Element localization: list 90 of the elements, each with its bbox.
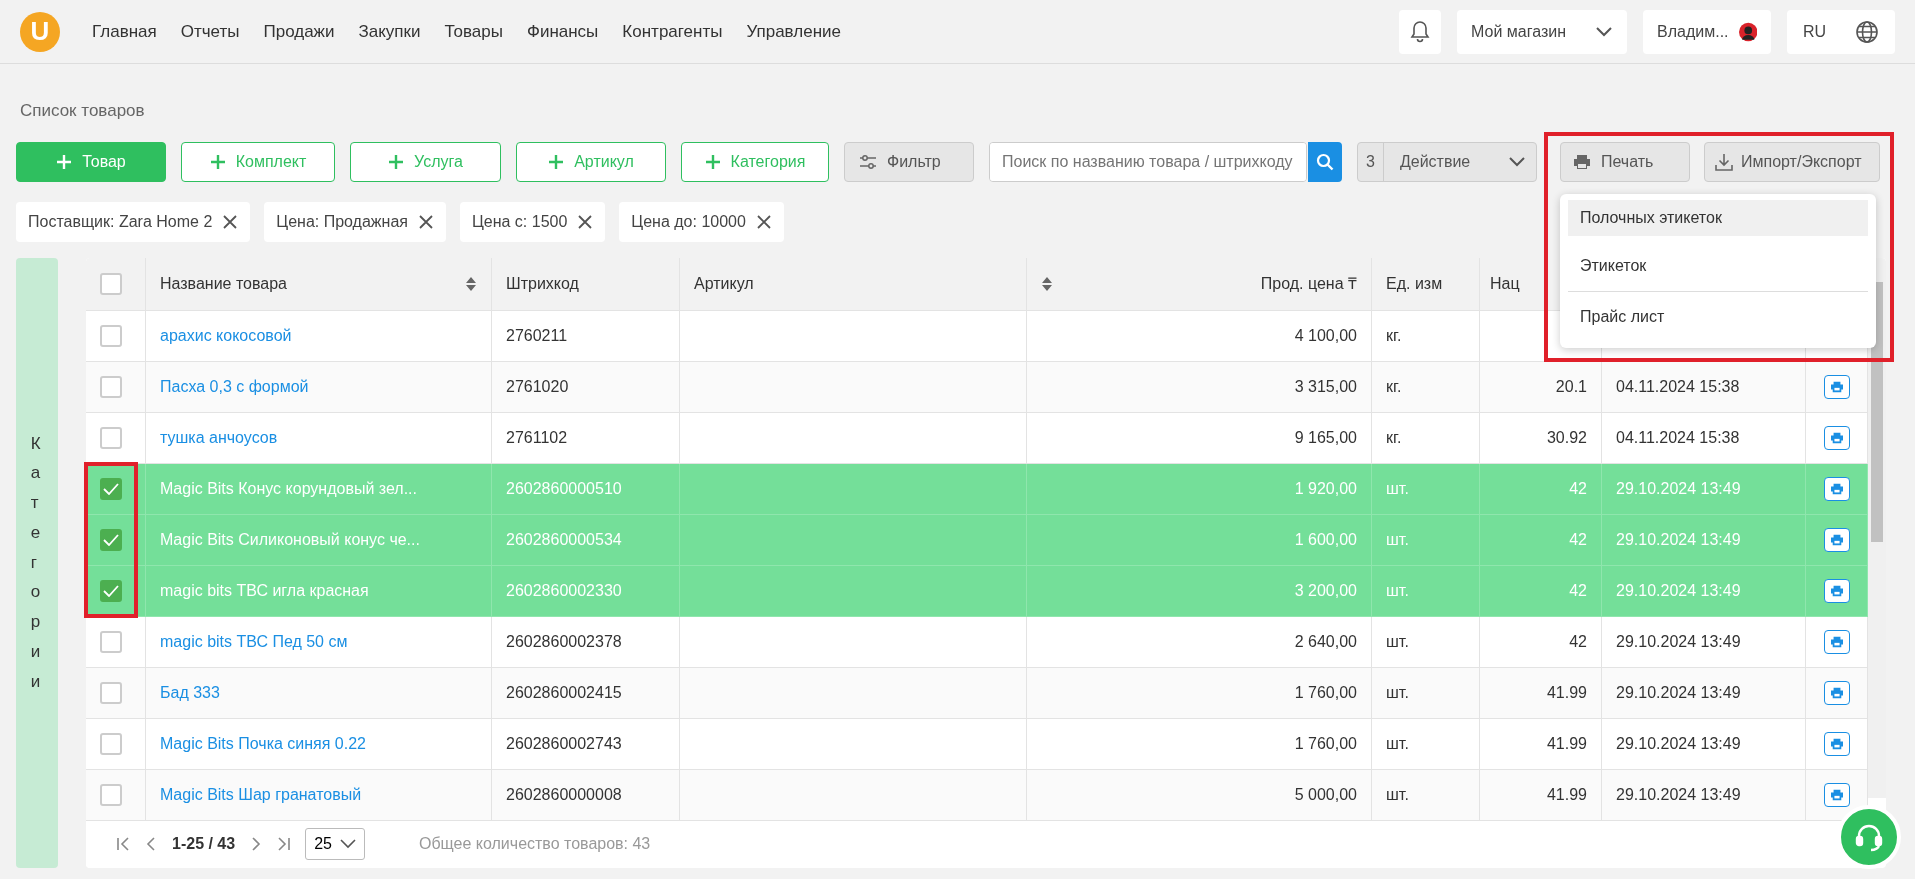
nav-link[interactable]: Управление: [746, 18, 841, 45]
unit-cell-text: шт.: [1386, 529, 1409, 550]
markup-cell-text: 42: [1569, 631, 1587, 652]
page-title: Список товаров: [20, 100, 146, 122]
markup-cell-text: 30.92: [1546, 427, 1587, 448]
price-cell-text: 1 600,00: [1294, 529, 1357, 550]
unit-cell-text: шт.: [1386, 733, 1409, 754]
date-cell-text: 29.10.2024 13:49: [1616, 631, 1741, 652]
date-cell-text: 29.10.2024 13:49: [1616, 733, 1741, 754]
nav-link[interactable]: Контрагенты: [622, 18, 723, 45]
filter-chip: Цена до: 10000: [619, 201, 784, 242]
barcode-cell-text: 2602860002330: [506, 580, 622, 601]
language-selector[interactable]: RU: [1787, 9, 1895, 54]
store-selector[interactable]: Мой магазин: [1457, 9, 1627, 54]
product-link[interactable]: Пасха 0,3 с формой: [160, 374, 309, 399]
barcode-cell-text: 2761102: [506, 427, 568, 448]
price-cell-text: 2 640,00: [1294, 631, 1357, 652]
barcode-cell-text: 2602860000510: [506, 478, 622, 499]
categories-tab[interactable]: Категории: [16, 257, 58, 868]
nav-link[interactable]: Товары: [444, 18, 503, 45]
menu-item[interactable]: Полочных этикеток: [1568, 199, 1868, 236]
product-link[interactable]: Бад 333: [160, 680, 220, 705]
barcode-cell-text: 2761020: [506, 376, 569, 397]
barcode-cell-text: 2760211: [506, 325, 568, 346]
price-cell-text: 1 920,00: [1294, 478, 1357, 499]
date-cell-text: 29.10.2024 13:49: [1616, 580, 1741, 601]
import-export-button[interactable]: Импорт/Экспорт: [1704, 141, 1880, 182]
price-cell-text: 1 760,00: [1294, 733, 1357, 754]
column-header: Название товара: [160, 273, 287, 294]
unit-cell-text: шт.: [1386, 631, 1409, 652]
barcode-cell-text: 2602860002378: [506, 631, 622, 652]
product-link[interactable]: Magic Bits Шар гранатовый: [160, 782, 362, 807]
date-cell-text: 29.10.2024 13:49: [1616, 478, 1741, 499]
markup-cell-text: 41.99: [1546, 784, 1587, 805]
price-cell-text: 5 000,00: [1294, 784, 1357, 805]
search-field[interactable]: Поиск по названию товара / штрихкоду: [989, 141, 1307, 182]
menu-item[interactable]: Прайс лист: [1568, 291, 1868, 342]
markup-cell-text: 41.99: [1546, 733, 1587, 754]
price-cell-text: 3 200,00: [1294, 580, 1357, 601]
nav-link[interactable]: Продажи: [263, 18, 335, 45]
nav-link[interactable]: Главная: [92, 18, 157, 45]
date-cell-text: 29.10.2024 13:49: [1616, 529, 1741, 550]
price-cell-text: 9 165,00: [1294, 427, 1357, 448]
filter-chip: Цена: Продажная: [264, 201, 446, 242]
markup-cell-text: 42: [1569, 478, 1587, 499]
price-cell-text: 4 100,00: [1294, 325, 1357, 346]
date-cell-text: 29.10.2024 13:49: [1616, 784, 1741, 805]
user-menu[interactable]: Владим...: [1643, 9, 1771, 54]
filter-chip: Поставщик: Zara Home 2: [16, 201, 251, 242]
unit-cell-text: кг.: [1386, 325, 1402, 346]
date-cell-text: 29.10.2024 13:49: [1616, 682, 1741, 703]
nav-link[interactable]: Финансы: [526, 18, 599, 45]
unit-cell-text: кг.: [1386, 376, 1402, 397]
filter-button[interactable]: Фильтр: [844, 141, 974, 182]
unit-cell-text: шт.: [1386, 682, 1409, 703]
markup-cell-text: 42: [1569, 580, 1587, 601]
unit-cell-text: шт.: [1386, 580, 1409, 601]
column-header: Артикул: [694, 273, 754, 294]
unit-cell-text: шт.: [1386, 478, 1409, 499]
date-cell-text: 04.11.2024 15:38: [1616, 427, 1740, 448]
barcode-cell-text: 2602860002743: [506, 733, 622, 754]
selected-count: 3: [1358, 142, 1384, 181]
barcode-cell-text: 2602860002415: [506, 682, 622, 703]
print-button[interactable]: Печать: [1560, 141, 1690, 182]
unit-cell-text: шт.: [1386, 784, 1409, 805]
unit-cell-text: кг.: [1386, 427, 1402, 448]
column-header: Прод. цена ₸: [1260, 273, 1357, 294]
nav-link[interactable]: Закупки: [358, 18, 421, 45]
price-cell-text: 3 315,00: [1294, 376, 1357, 397]
column-header: Штрихкод: [506, 273, 579, 294]
page-range: 1-25 / 43: [172, 834, 236, 854]
date-cell-text: 04.11.2024 15:38: [1616, 376, 1740, 397]
column-header: Ед. изм: [1386, 273, 1443, 294]
price-cell-text: 1 760,00: [1294, 682, 1357, 703]
action-dropdown[interactable]: 3 Действие: [1357, 141, 1537, 182]
total-count: Общее количество товаров: 43: [418, 834, 651, 854]
markup-cell-text: 42: [1569, 529, 1587, 550]
barcode-cell-text: 2602860000008: [506, 784, 622, 805]
product-link[interactable]: magic bits ТВС Пед 50 см: [160, 629, 348, 654]
markup-cell-text: 41.99: [1546, 682, 1587, 703]
product-link[interactable]: Magic Bits Почка синяя 0.22: [160, 731, 366, 756]
nav-link[interactable]: Отчеты: [180, 18, 240, 45]
column-header: Нац: [1490, 273, 1520, 294]
markup-cell-text: 20.1: [1555, 376, 1587, 397]
product-link[interactable]: тушка анчоусов: [160, 425, 278, 450]
filter-chip: Цена с: 1500: [459, 201, 606, 242]
product-link[interactable]: арахис кокосовой: [160, 323, 292, 348]
page-size-select[interactable]: 25: [305, 828, 365, 860]
barcode-cell-text: 2602860000534: [506, 529, 622, 550]
menu-item[interactable]: Этикеток: [1568, 241, 1868, 292]
